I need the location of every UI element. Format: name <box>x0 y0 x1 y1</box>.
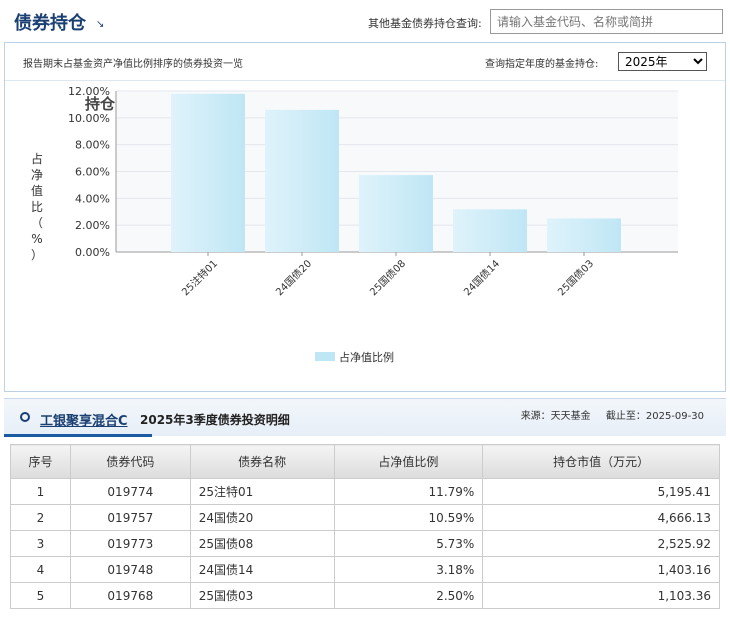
holdings-table: 序号 债券代码 债券名称 占净值比例 持仓市值（万元） 1 019774 25注… <box>10 444 720 609</box>
cell-code: 019757 <box>69 504 191 531</box>
fund-search-input[interactable] <box>490 9 723 34</box>
cell-index: 3 <box>10 530 71 557</box>
y-tick-label: 2.00% <box>75 219 110 232</box>
x-tick-label: 25注特01 <box>179 257 220 298</box>
y-axis-label-char: （ <box>31 216 43 230</box>
bar-4 <box>453 209 527 252</box>
table-row: 4 019748 24国债14 3.18% 1,403.16 <box>10 556 720 583</box>
table-row: 2 019757 24国债20 10.59% 4,666.13 <box>10 504 720 531</box>
cell-value: 1,403.16 <box>482 556 720 583</box>
cell-code: 019774 <box>69 478 191 505</box>
cell-value: 2,525.92 <box>482 530 720 557</box>
y-axis-label-char: 值 <box>31 183 43 198</box>
cell-name: 24国债20 <box>189 504 335 531</box>
x-tick-label: 25国债08 <box>367 257 408 298</box>
col-header-name: 债券名称 <box>189 444 335 479</box>
y-axis-label-char: 占 <box>31 151 43 166</box>
col-header-index: 序号 <box>10 444 71 479</box>
y-tick-label: 8.00% <box>75 139 110 152</box>
fund-name-link[interactable]: 工银聚享混合C <box>40 410 128 429</box>
table-row: 5 019768 25国债03 2.50% 1,103.36 <box>10 582 720 609</box>
search-label: 其他基金债券持仓查询: <box>368 17 482 30</box>
cell-ratio: 5.73% <box>333 530 484 557</box>
year-select[interactable]: 2025年 <box>618 52 707 71</box>
cell-index: 4 <box>10 556 71 583</box>
table-row: 1 019774 25注特01 11.79% 5,195.41 <box>10 478 720 505</box>
detail-meta: 来源：天天基金 截止至：2025-09-30 <box>509 407 704 422</box>
year-select-label: 查询指定年度的基金持仓: <box>485 59 599 70</box>
y-tick-label: 4.00% <box>75 192 110 205</box>
bar-1 <box>171 93 245 252</box>
tab-underline <box>4 434 152 437</box>
description-bar: 报告期末占基金资产净值比例排序的债券投资一览 查询指定年度的基金持仓: 2025… <box>5 43 725 81</box>
y-axis-label-char: ） <box>31 248 43 262</box>
y-tick-label: 12.00% <box>68 85 110 98</box>
cell-ratio: 2.50% <box>333 582 484 609</box>
col-header-code: 债券代码 <box>69 444 191 479</box>
y-axis-label-char: % <box>31 232 42 246</box>
cell-code: 019773 <box>69 530 191 557</box>
detail-title: 2025年3季度债券投资明细 <box>140 413 290 427</box>
y-tick-label: 10.00% <box>68 112 110 125</box>
cell-index: 1 <box>10 478 71 505</box>
circle-bullet-icon <box>20 412 30 422</box>
table-header-row: 序号 债券代码 债券名称 占净值比例 持仓市值（万元） <box>10 444 720 479</box>
cell-name: 24国债14 <box>189 556 335 583</box>
cell-name: 25注特01 <box>189 478 335 505</box>
y-tick-label: 0.00% <box>75 246 110 259</box>
description-text: 报告期末占基金资产净值比例排序的债券投资一览 <box>23 59 243 70</box>
cell-index: 2 <box>10 504 71 531</box>
bond-holdings-chart: 持仓前10的债券（截止至2025-09-30）0.00%2.00%4.00%6.… <box>31 85 678 364</box>
col-header-value: 持仓市值（万元） <box>482 444 720 479</box>
holdings-chart-panel: 报告期末占基金资产净值比例排序的债券投资一览 查询指定年度的基金持仓: 2025… <box>4 42 726 392</box>
x-tick-label: 24国债20 <box>273 257 314 298</box>
detail-header: 工银聚享混合C 2025年3季度债券投资明细 来源：天天基金 截止至：2025-… <box>4 398 726 437</box>
cell-ratio: 11.79% <box>333 478 484 505</box>
expand-arrow-icon[interactable]: ↘ <box>96 19 104 30</box>
x-tick-label: 24国债14 <box>461 257 502 298</box>
legend-swatch <box>315 352 335 361</box>
cell-value: 1,103.36 <box>482 582 720 609</box>
y-tick-label: 6.00% <box>75 166 110 179</box>
cell-ratio: 10.59% <box>333 504 484 531</box>
cell-value: 4,666.13 <box>482 504 720 531</box>
col-header-ratio: 占净值比例 <box>333 444 484 479</box>
cell-name: 25国债03 <box>189 582 335 609</box>
bar-5 <box>547 218 621 252</box>
source-text: 来源：天天基金 <box>520 411 591 422</box>
page-title: 债券持仓 <box>14 13 86 34</box>
y-axis-label-char: 净 <box>31 168 43 182</box>
page-header: 债券持仓 ↘ 其他基金债券持仓查询: <box>0 0 730 42</box>
y-axis-label-char: 比 <box>31 200 43 214</box>
as-of-date: 截止至：2025-09-30 <box>605 411 704 422</box>
legend-label: 占净值比例 <box>339 350 394 364</box>
cell-code: 019748 <box>69 556 191 583</box>
cell-name: 25国债08 <box>189 530 335 557</box>
cell-code: 019768 <box>69 582 191 609</box>
cell-value: 5,195.41 <box>482 478 720 505</box>
table-row: 3 019773 25国债08 5.73% 2,525.92 <box>10 530 720 557</box>
cell-ratio: 3.18% <box>333 556 484 583</box>
bar-3 <box>359 175 433 252</box>
bar-2 <box>265 109 339 252</box>
cell-index: 5 <box>10 582 71 609</box>
x-tick-label: 25国债03 <box>555 257 596 298</box>
